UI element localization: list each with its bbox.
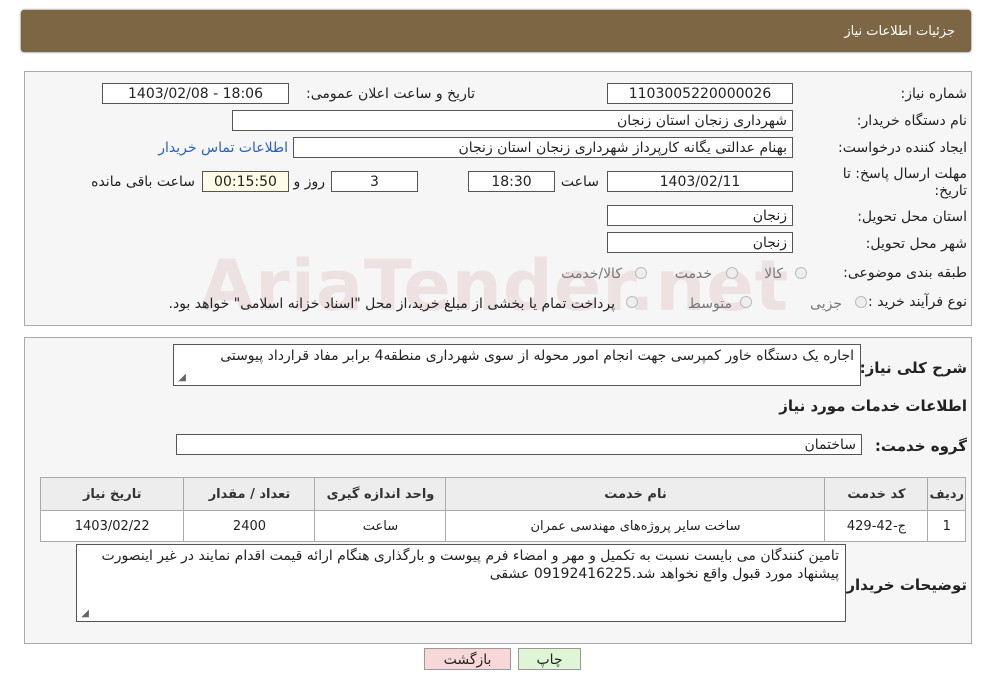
purchase-option-medium: متوسط xyxy=(688,296,732,312)
cell-unit: ساعت xyxy=(314,510,447,542)
category-label: طبقه بندی موضوعی: xyxy=(843,265,967,281)
announce-date-label: تاریخ و ساعت اعلان عمومی: xyxy=(306,86,475,102)
col-header-service-name: نام خدمت xyxy=(445,477,826,511)
category-option-goods-service: کالا/خدمت xyxy=(561,266,622,282)
table-row: 1 ج-42-429 ساخت سایر پروژه‌های مهندسی عم… xyxy=(39,510,966,542)
buyer-notes-textarea[interactable]: تامین کنندگان می بایست نسبت به تکمیل و م… xyxy=(76,544,846,622)
announce-date-field: 1403/02/08 - 18:06 xyxy=(102,83,289,104)
buyer-org-label: نام دستگاه خریدار: xyxy=(856,113,967,129)
days-field: 3 xyxy=(331,171,418,192)
general-desc-label: شرح کلی نیاز: xyxy=(859,359,967,377)
cell-need-date: 1403/02/22 xyxy=(39,510,185,542)
province-label: استان محل تحویل: xyxy=(857,209,967,225)
category-radio-service[interactable] xyxy=(726,267,738,279)
col-header-quantity: تعداد / مقدار xyxy=(183,477,316,511)
remaining-time-field: 00:15:50 xyxy=(202,171,289,192)
buyer-notes-label: توضیحات خریدار: xyxy=(840,576,967,594)
cell-service-code: ج-42-429 xyxy=(824,510,929,542)
remaining-time-label: ساعت باقی مانده xyxy=(91,174,195,190)
need-number-label: شماره نیاز: xyxy=(900,86,968,102)
col-header-unit: واحد اندازه گیری xyxy=(314,477,447,511)
cell-service-name: ساخت سایر پروژه‌های مهندسی عمران xyxy=(445,510,826,542)
services-section-title: اطلاعات خدمات مورد نیاز xyxy=(779,397,967,415)
page-header: جزئیات اطلاعات نیاز xyxy=(21,10,971,52)
treasury-bond-checkbox[interactable] xyxy=(626,296,638,308)
purchase-radio-medium[interactable] xyxy=(740,296,752,308)
print-button[interactable]: چاپ xyxy=(518,648,581,670)
province-field: زنجان xyxy=(607,205,793,226)
purchase-option-minor: جزیی xyxy=(810,296,842,312)
category-radio-goods[interactable] xyxy=(795,267,807,279)
deadline-date-field: 1403/02/11 xyxy=(607,171,793,192)
resize-grip-icon[interactable]: ◢ xyxy=(79,609,89,619)
service-group-field: ساختمان xyxy=(176,434,862,455)
general-desc-textarea[interactable]: اجاره یک دستگاه خاور کمپرسی جهت انجام ام… xyxy=(173,344,861,386)
buyer-notes-text: تامین کنندگان می بایست نسبت به تکمیل و م… xyxy=(101,548,839,582)
resize-grip-icon[interactable]: ◢ xyxy=(176,373,186,383)
watermark-logo: AriaTender.net xyxy=(200,245,790,327)
category-option-goods: کالا xyxy=(764,266,783,282)
city-label: شهر محل تحویل: xyxy=(865,236,967,252)
col-header-service-code: کد خدمت xyxy=(824,477,929,511)
treasury-bond-note: پرداخت تمام یا بخشی از مبلغ خرید،از محل … xyxy=(168,296,615,312)
buyer-org-field: شهرداری زنجان استان زنجان xyxy=(232,110,793,131)
col-header-need-date: تاریخ نیاز xyxy=(39,477,185,511)
back-button[interactable]: بازگشت xyxy=(424,648,511,670)
city-field: زنجان xyxy=(607,232,793,253)
deadline-time-field: 18:30 xyxy=(468,171,555,192)
purchase-radio-minor[interactable] xyxy=(855,296,867,308)
cell-quantity: 2400 xyxy=(183,510,316,542)
creator-label: ایجاد کننده درخواست: xyxy=(838,140,967,156)
cell-row-number: 1 xyxy=(927,510,966,542)
deadline-label: مهلت ارسال پاسخ: تا xyxy=(842,166,967,182)
services-table: ردیف کد خدمت نام خدمت واحد اندازه گیری ت… xyxy=(39,477,966,542)
page-title: جزئیات اطلاعات نیاز xyxy=(844,24,955,39)
col-header-row-number: ردیف xyxy=(927,477,966,511)
deadline-time-label: ساعت xyxy=(560,174,599,190)
buyer-contact-link[interactable]: اطلاعات تماس خریدار xyxy=(158,140,288,156)
category-radio-goods-service[interactable] xyxy=(635,267,647,279)
category-option-service: خدمت xyxy=(674,266,712,282)
table-header-row: ردیف کد خدمت نام خدمت واحد اندازه گیری ت… xyxy=(39,477,966,511)
need-number-field: 1103005220000026 xyxy=(607,83,793,104)
purchase-type-label: نوع فرآیند خرید : xyxy=(868,294,967,310)
deadline-label-date: تاریخ: xyxy=(934,183,967,199)
creator-field: بهنام عدالتی یگانه کارپرداز شهرداری زنجا… xyxy=(293,137,793,158)
service-group-label: گروه خدمت: xyxy=(874,437,967,455)
days-label: روز و xyxy=(293,174,326,190)
general-desc-text: اجاره یک دستگاه خاور کمپرسی جهت انجام ام… xyxy=(220,348,854,364)
